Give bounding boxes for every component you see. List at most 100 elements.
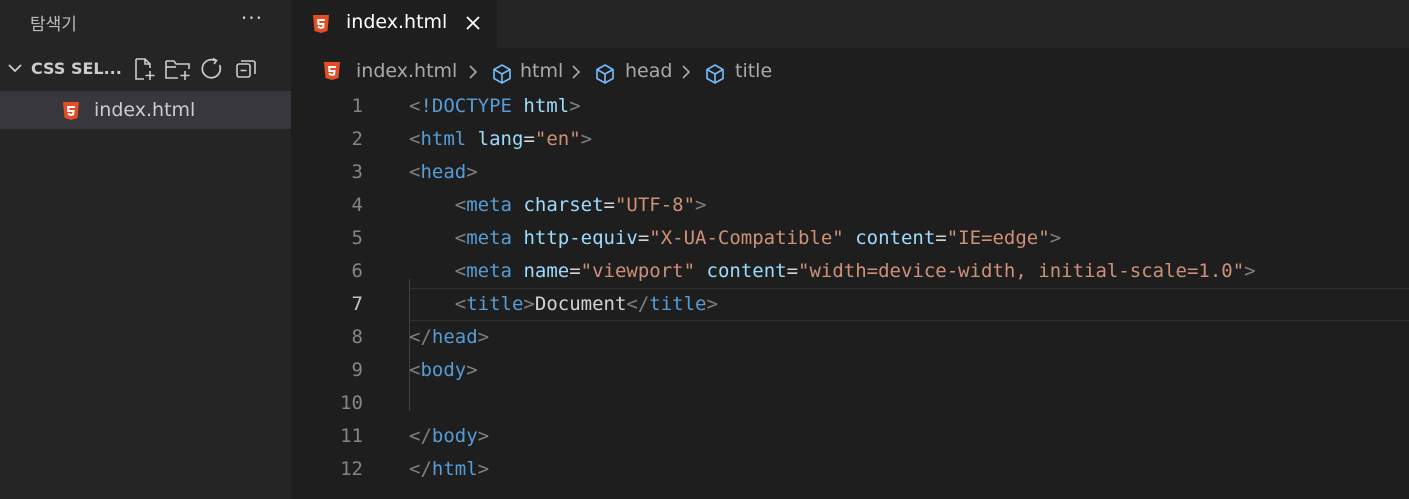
token-eq: = bbox=[569, 260, 581, 282]
explorer-actions bbox=[130, 55, 260, 83]
token-punc: > bbox=[1049, 227, 1062, 249]
token-eq: = bbox=[935, 227, 947, 249]
code-line[interactable]: 10 bbox=[291, 387, 1409, 420]
code-line[interactable]: 6 <meta name="viewport" content="width=d… bbox=[291, 255, 1409, 288]
token-tag: body bbox=[420, 359, 467, 381]
code-text: <title>Document</title> bbox=[409, 288, 718, 321]
explorer-header: 탐색기 ··· bbox=[0, 0, 291, 45]
token-tag: meta bbox=[466, 194, 512, 216]
code-line[interactable]: 12 </html> bbox=[291, 453, 1409, 486]
token-tag: html bbox=[431, 458, 478, 480]
tab-index-html[interactable]: index.html bbox=[291, 0, 497, 48]
more-actions-icon[interactable]: ··· bbox=[241, 6, 263, 30]
code-line[interactable]: 2 <html lang="en"> bbox=[291, 123, 1409, 156]
editor-area: index.html index.html html head title 1 … bbox=[291, 0, 1409, 499]
token-tag: head bbox=[420, 161, 467, 183]
code-text: <body> bbox=[409, 354, 478, 387]
token-punc: < bbox=[454, 293, 467, 315]
breadcrumb-html[interactable]: html bbox=[520, 60, 563, 82]
token-attr: html bbox=[523, 95, 570, 117]
code-text: <head> bbox=[409, 156, 478, 189]
token-punc: > bbox=[1244, 260, 1256, 282]
line-number: 5 bbox=[351, 227, 363, 249]
code-text: <meta http-equiv="X-UA-Compatible" conte… bbox=[409, 222, 1061, 255]
token-punc: < bbox=[454, 227, 467, 249]
cube-icon bbox=[706, 64, 724, 84]
token-tag: body bbox=[431, 425, 478, 447]
token-tag: meta bbox=[466, 260, 512, 282]
token-tag: head bbox=[431, 326, 478, 348]
code-line[interactable]: 8 </head> bbox=[291, 321, 1409, 354]
line-number: 7 bbox=[351, 293, 363, 315]
new-folder-icon[interactable] bbox=[164, 55, 192, 83]
code-line[interactable]: 4 <meta charset="UTF-8"> bbox=[291, 189, 1409, 222]
chevron-right-icon bbox=[682, 65, 691, 79]
html5-icon bbox=[63, 102, 79, 120]
breadcrumb-head[interactable]: head bbox=[625, 60, 672, 82]
code-line[interactable]: 7 <title>Document</title> bbox=[291, 288, 1409, 321]
chevron-right-icon bbox=[469, 65, 478, 79]
token-tag: title bbox=[649, 293, 707, 315]
cube-icon bbox=[596, 64, 614, 84]
code-text: <meta charset="UTF-8"> bbox=[409, 189, 707, 222]
new-file-icon[interactable] bbox=[130, 55, 158, 83]
token-punc: > bbox=[466, 359, 478, 381]
line-number: 1 bbox=[351, 95, 363, 117]
line-number: 12 bbox=[340, 458, 363, 480]
chevron-right-icon bbox=[572, 65, 581, 79]
folder-section-header[interactable]: CSS SEL... bbox=[0, 45, 291, 91]
token-punc: < bbox=[454, 260, 467, 282]
token-punc: > bbox=[695, 194, 707, 216]
token-punc: > bbox=[466, 161, 478, 183]
token-tag: html bbox=[420, 128, 467, 150]
token-attr: lang bbox=[477, 128, 524, 150]
token-attr: http-equiv bbox=[523, 227, 638, 249]
line-number: 11 bbox=[340, 425, 363, 447]
token-tag: title bbox=[466, 293, 524, 315]
code-line[interactable]: 11 </body> bbox=[291, 420, 1409, 453]
token-str: "viewport" bbox=[580, 260, 696, 282]
token-punc: </ bbox=[626, 293, 650, 315]
close-icon[interactable] bbox=[463, 13, 483, 33]
chevron-down-icon[interactable] bbox=[5, 58, 25, 78]
token-punc: < bbox=[409, 161, 421, 183]
breadcrumb-title[interactable]: title bbox=[735, 60, 772, 82]
line-number: 3 bbox=[351, 161, 363, 183]
breadcrumb-file[interactable]: index.html bbox=[356, 60, 457, 82]
token-str: "IE=edge" bbox=[946, 227, 1050, 249]
tab-bar: index.html bbox=[291, 0, 1409, 48]
file-item-index-html[interactable]: index.html bbox=[0, 91, 291, 129]
tab-label: index.html bbox=[346, 11, 448, 33]
code-line[interactable]: 5 <meta http-equiv="X-UA-Compatible" con… bbox=[291, 222, 1409, 255]
token-attr: charset bbox=[523, 194, 604, 216]
token-punc: > bbox=[523, 293, 535, 315]
token-text: Document bbox=[534, 293, 627, 315]
code-line[interactable]: 1 <!DOCTYPE html> bbox=[291, 90, 1409, 123]
token-punc: < bbox=[409, 359, 421, 381]
file-name: index.html bbox=[94, 99, 196, 121]
code-line[interactable]: 9 <body> bbox=[291, 354, 1409, 387]
token-punc: > bbox=[580, 128, 593, 150]
token-punc: </ bbox=[409, 425, 432, 447]
token-punc: > bbox=[477, 425, 490, 447]
token-punc: > bbox=[706, 293, 718, 315]
code-editor[interactable]: 1 <!DOCTYPE html> 2 <html lang="en"> 3 <head>… bbox=[291, 90, 1409, 486]
token-eq: = bbox=[603, 194, 615, 216]
html5-icon bbox=[324, 62, 340, 80]
token-punc: > bbox=[477, 458, 490, 480]
token-str: "width=device-width, initial-scale=1.0" bbox=[798, 260, 1245, 282]
line-number: 4 bbox=[351, 194, 363, 216]
code-line[interactable]: 3 <head> bbox=[291, 156, 1409, 189]
code-text: </html> bbox=[409, 453, 489, 486]
refresh-icon[interactable] bbox=[198, 55, 226, 83]
token-attr: name bbox=[523, 260, 570, 282]
collapse-all-icon[interactable] bbox=[232, 55, 260, 83]
token-attr: content bbox=[706, 260, 787, 282]
